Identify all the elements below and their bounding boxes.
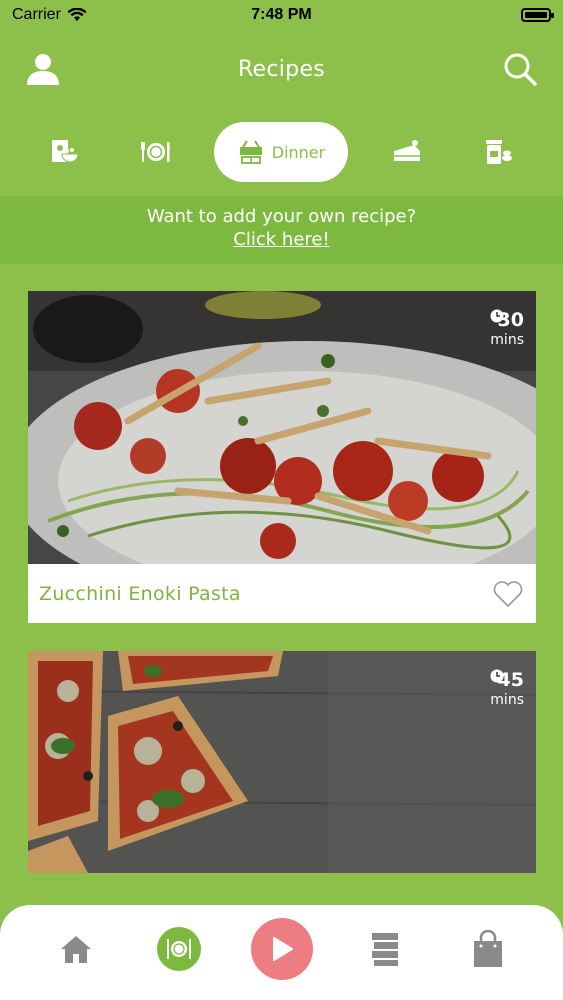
category-tab-dessert[interactable] [375, 122, 439, 182]
recipe-photo: 30 mins [28, 291, 536, 564]
cook-time-unit: mins [490, 692, 524, 708]
shopping-bag-icon [473, 929, 502, 967]
dinner-basket-icon [239, 140, 262, 164]
salad-book-icon [52, 140, 79, 163]
category-tab-dinner[interactable]: Dinner [214, 122, 349, 182]
nav-recipes-active-indicator [156, 926, 201, 971]
battery-icon [521, 8, 554, 22]
nav-play[interactable] [250, 917, 314, 981]
bottom-nav [0, 905, 563, 1000]
cook-time-badge: 45 mins [490, 669, 524, 708]
nav-shop[interactable] [456, 917, 520, 981]
app-header: Recipes [0, 40, 563, 98]
profile-button[interactable] [22, 48, 64, 90]
plate-cutlery-icon [140, 142, 170, 162]
category-tab-salad[interactable] [33, 122, 97, 182]
nav-home[interactable] [44, 917, 108, 981]
heart-icon[interactable] [492, 580, 524, 608]
nav-notes[interactable] [353, 917, 417, 981]
add-recipe-link[interactable]: Click here! [0, 229, 563, 250]
category-tab-dinner-label: Dinner [271, 142, 326, 162]
category-tab-meal[interactable] [124, 122, 188, 182]
clock-icon [490, 309, 504, 323]
recipe-card[interactable]: 45 mins [28, 651, 536, 873]
banner-text: Want to add your own recipe? [146, 206, 417, 227]
cook-time-unit: mins [490, 332, 524, 348]
add-recipe-banner: Want to add your own recipe? Click here! [0, 196, 563, 264]
cake-icon [394, 140, 421, 161]
recipe-card-footer: Zucchini Enoki Pasta [28, 564, 536, 623]
recipe-photo: 45 mins [28, 651, 536, 873]
search-button[interactable] [499, 48, 541, 90]
jar-icon [485, 140, 512, 164]
recipe-card[interactable]: 30 mins Zucchini Enoki Pasta [28, 291, 536, 623]
play-icon [272, 936, 293, 961]
nav-recipes[interactable] [147, 917, 211, 981]
carrier-label: Carrier [12, 6, 61, 23]
wifi-icon [67, 8, 87, 21]
status-time: 7:48 PM [251, 6, 312, 23]
user-icon [27, 54, 59, 85]
category-tabs: Dinner [0, 120, 563, 184]
category-tab-pantry[interactable] [466, 122, 530, 182]
search-icon [504, 53, 537, 86]
recipes-icon [166, 938, 191, 959]
recipe-title: Zucchini Enoki Pasta [39, 582, 241, 605]
clock-icon [490, 669, 504, 683]
notes-icon [371, 932, 398, 966]
play-button[interactable] [250, 917, 313, 980]
home-icon [60, 935, 91, 963]
page-title: Recipes [237, 56, 326, 82]
status-bar: Carrier 7:48 PM [0, 0, 563, 30]
cook-time-badge: 30 mins [490, 309, 524, 348]
